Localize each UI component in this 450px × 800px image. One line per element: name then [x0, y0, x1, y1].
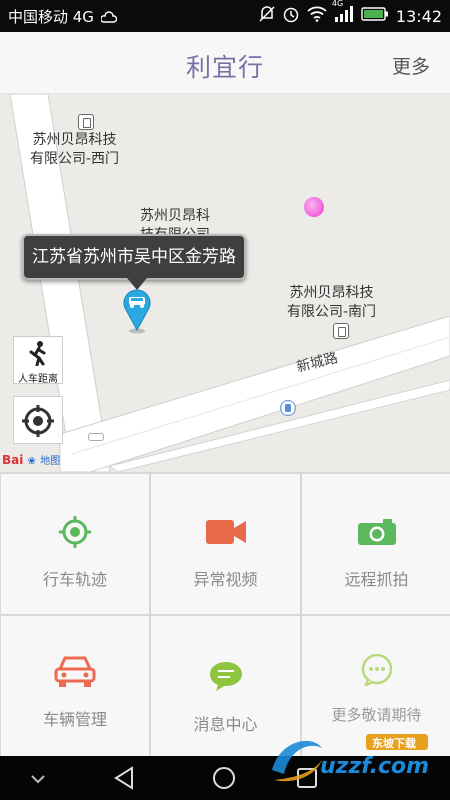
- mute-icon: [259, 5, 275, 27]
- camera-icon: [357, 518, 397, 550]
- target-icon: [57, 514, 93, 554]
- poi-label: 苏州贝昂科技: [289, 285, 374, 301]
- distance-button-label: 人车距离: [18, 374, 58, 385]
- cloud-icon: [100, 9, 118, 27]
- carrier-label: 中国移动 4G: [8, 8, 94, 26]
- logo-suffix: 地图: [40, 456, 61, 467]
- logo-text: Bai: [2, 453, 24, 467]
- signal-icon: 4G: [332, 0, 354, 27]
- distance-button[interactable]: 人车距离: [13, 336, 63, 385]
- bus-stop-icon: [280, 400, 296, 416]
- more-button[interactable]: 更多: [392, 52, 430, 79]
- map-view[interactable]: 苏州贝昂科技 有限公司-西门 苏州贝昂科 技有限公司 苏州贝昂科技 有限公司-南…: [0, 94, 450, 472]
- poi-label: 苏州贝昂科技: [32, 132, 117, 148]
- user-location-marker: [304, 197, 324, 217]
- baidu-map-logo: Bai ❀ 地图: [2, 452, 60, 467]
- tile-label: 异常视频: [193, 570, 258, 589]
- tile-label: 更多敬请期待: [331, 706, 422, 724]
- wifi-icon: [307, 6, 327, 26]
- poi-label: 有限公司-西门: [30, 151, 120, 167]
- feature-grid: 行车轨迹 异常视频 远程抓拍 车辆管理 消息中心 更多敬请期待: [0, 472, 450, 756]
- ellipsis-bubble-icon: [360, 653, 394, 690]
- app-title: 利宜行: [185, 53, 264, 82]
- status-bar: 中国移动 4G 4G 13:42: [0, 0, 450, 32]
- network-type-label: 4G: [331, 0, 344, 8]
- watermark-site: uzzf.com: [320, 754, 430, 779]
- back-icon[interactable]: [113, 766, 135, 794]
- clock-label: 13:42: [395, 6, 442, 26]
- poi-west-gate[interactable]: 苏州贝昂科技 有限公司-西门: [30, 131, 119, 169]
- traffic-light-icon: [88, 433, 104, 441]
- poi-south-gate[interactable]: 苏州贝昂科技 有限公司-南门: [287, 284, 376, 322]
- app-header: 利宜行 更多: [0, 32, 450, 94]
- poi-marker-icon: [78, 114, 94, 130]
- walking-person-icon: [14, 340, 62, 370]
- poi-label: 苏州贝昂科: [140, 208, 210, 224]
- poi-label: 有限公司-南门: [287, 304, 377, 320]
- collapse-icon[interactable]: [30, 770, 46, 789]
- crosshair-icon: [14, 404, 62, 442]
- address-bubble[interactable]: 江苏省苏州市吴中区金芳路: [22, 234, 246, 290]
- car-icon: [54, 654, 96, 692]
- vehicle-management-tile[interactable]: 车辆管理: [1, 616, 149, 756]
- paw-icon: ❀: [27, 456, 36, 467]
- locate-button[interactable]: [13, 396, 63, 444]
- poi-marker-icon: [333, 323, 349, 339]
- tile-label: 车辆管理: [42, 710, 107, 729]
- car-location-pin-icon[interactable]: [121, 286, 153, 338]
- tile-label: 远程抓拍: [344, 570, 409, 589]
- tile-label: 行车轨迹: [42, 570, 107, 589]
- home-icon[interactable]: [212, 766, 236, 794]
- site-watermark: 东坡下载 uzzf.com: [262, 730, 442, 790]
- battery-icon: [361, 6, 389, 26]
- track-tile[interactable]: 行车轨迹: [1, 474, 149, 614]
- chat-bubble-icon: [208, 660, 244, 696]
- video-camera-icon: [205, 518, 247, 550]
- watermark-tagline: 东坡下载: [372, 737, 416, 750]
- alarm-icon: [282, 5, 300, 27]
- remote-capture-tile[interactable]: 远程抓拍: [302, 474, 450, 614]
- abnormal-video-tile[interactable]: 异常视频: [151, 474, 300, 614]
